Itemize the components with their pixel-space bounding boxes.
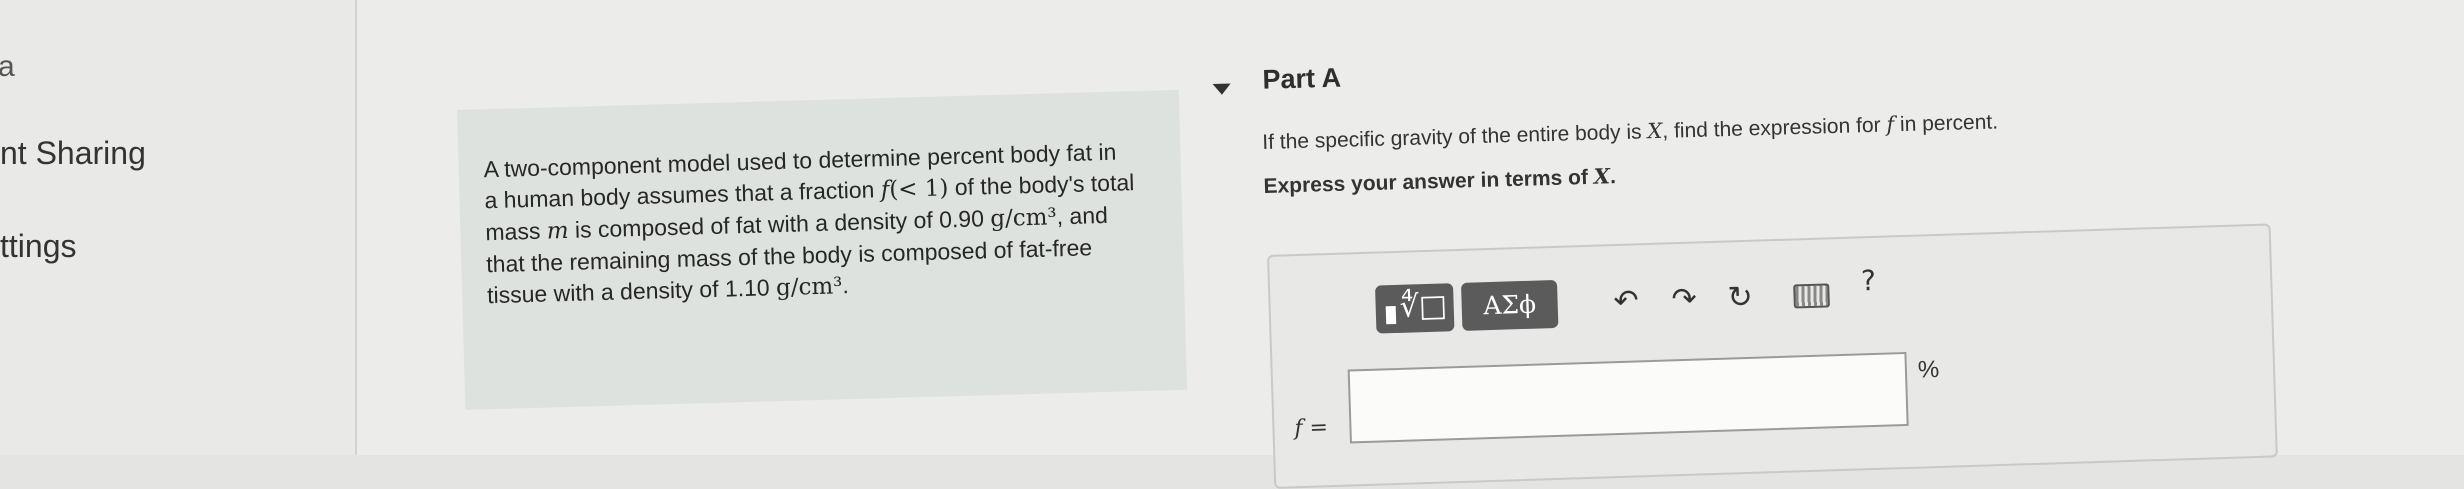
radical-template-icon: ∜□ (1399, 288, 1448, 325)
problem-text-5: . (842, 272, 850, 299)
math-less-than-one: (< 1) (888, 175, 949, 203)
math-X-express: X (1593, 163, 1611, 189)
redo-icon[interactable]: ↷ (1671, 282, 1697, 318)
keyboard-icon[interactable] (1793, 283, 1830, 309)
answer-unit: % (1917, 355, 1940, 384)
express-post: . (1609, 165, 1617, 189)
sidebar-item-sharing[interactable]: nt Sharing (0, 135, 146, 172)
problem-text-3: is composed of fat with a density of 0.9… (568, 205, 991, 243)
sidebar-partial-item[interactable]: a (0, 50, 15, 84)
math-m: m (546, 217, 569, 245)
question-block: If the specific gravity of the entire bo… (1262, 96, 2463, 198)
undo-icon[interactable]: ↶ (1613, 283, 1639, 319)
question-pre: If the specific gravity of the entire bo… (1262, 120, 1648, 154)
help-icon[interactable]: ? (1861, 264, 1877, 297)
math-toolbar: ∜□ ΑΣϕ ↶ ↷ ↻ ? (1375, 264, 1876, 334)
question-mid: , find the expression for (1662, 113, 1887, 143)
reset-icon[interactable]: ↻ (1727, 280, 1753, 316)
template-block-icon (1385, 305, 1397, 325)
problem-statement-box: A two-component model used to determine … (457, 89, 1188, 410)
collapse-caret-icon[interactable] (1212, 83, 1231, 95)
question-post: in percent. (1893, 110, 1999, 137)
density-unit-fat: g/cm³ (989, 204, 1058, 233)
greek-symbols-button[interactable]: ΑΣϕ (1460, 279, 1559, 331)
templates-button[interactable]: ∜□ (1375, 283, 1455, 334)
answer-label: f = (1294, 415, 1329, 442)
math-X: X (1647, 118, 1663, 144)
express-pre: Express your answer in terms of (1263, 165, 1595, 198)
answer-input[interactable] (1347, 351, 1909, 444)
part-title: Part A (1262, 62, 1342, 95)
sidebar-item-settings[interactable]: ttings (0, 228, 76, 265)
answer-panel: ∜□ ΑΣϕ ↶ ↷ ↻ ? f = % (1267, 223, 2278, 489)
density-unit-tissue: g/cm³ (775, 273, 843, 302)
sidebar: a nt Sharing ttings (0, 0, 357, 455)
main-content: A two-component model used to determine … (357, 0, 2464, 489)
problem-statement: A two-component model used to determine … (483, 136, 1137, 312)
